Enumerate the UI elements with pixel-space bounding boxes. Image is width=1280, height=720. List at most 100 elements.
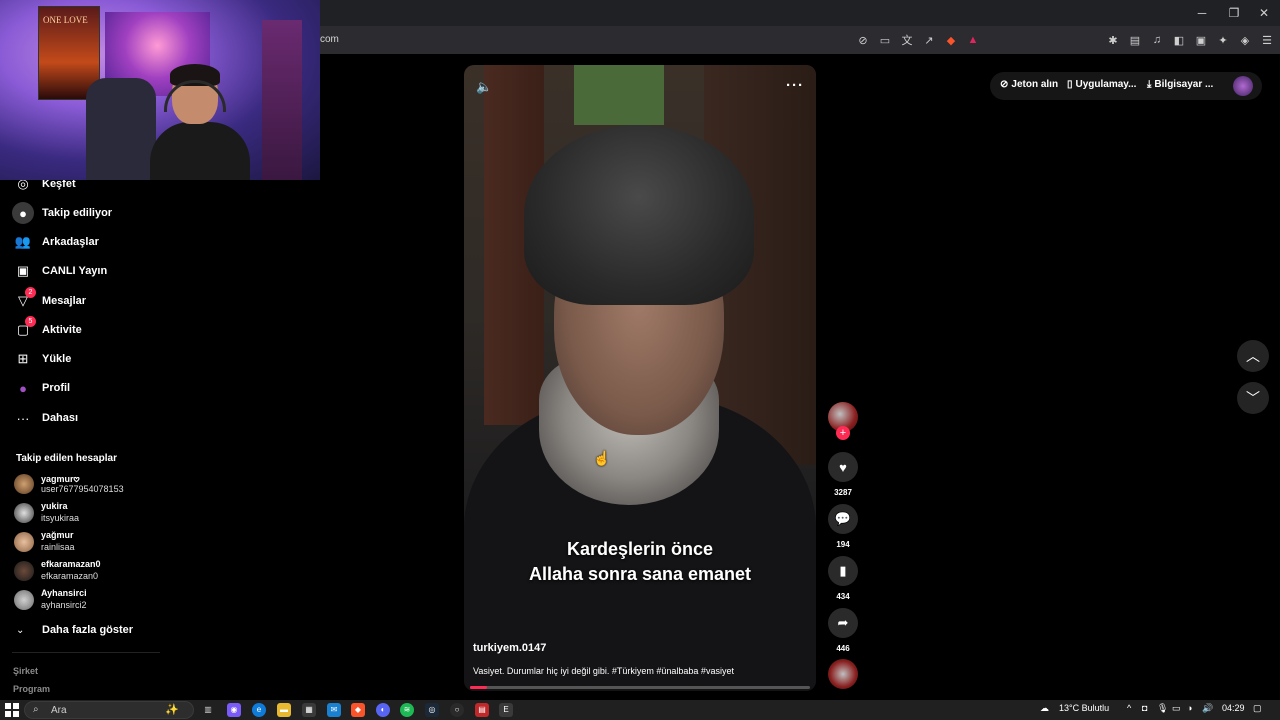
store-icon[interactable]: ▦ xyxy=(302,703,316,717)
notification-icon[interactable]: ▢ xyxy=(1253,703,1262,714)
menu-icon[interactable]: ☰ xyxy=(1260,33,1274,47)
gaming-chair xyxy=(86,78,156,180)
comment-button[interactable]: 💬 xyxy=(828,504,858,534)
minimize-button[interactable]: ─ xyxy=(1188,3,1216,23)
user-avatar[interactable] xyxy=(1233,76,1253,96)
footer-company-link[interactable]: Şirket xyxy=(13,666,38,676)
account-avatar xyxy=(14,474,34,494)
account-avatar xyxy=(14,532,34,552)
comment-count: 194 xyxy=(836,540,850,549)
share-arrow-icon: ➦ xyxy=(837,615,849,630)
leo-ai-icon[interactable]: ✦ xyxy=(1216,33,1230,47)
video-progress-bar[interactable] xyxy=(470,686,810,689)
brave-icon[interactable]: ◆ xyxy=(351,703,365,717)
share-button[interactable]: ➦ xyxy=(828,608,858,638)
room-door xyxy=(262,20,302,180)
extensions-icon[interactable]: ✱ xyxy=(1106,33,1120,47)
next-video-button[interactable]: ﹀ xyxy=(1237,382,1269,414)
video-author[interactable]: turkiyem.0147 xyxy=(473,642,546,654)
save-button[interactable]: ▮ xyxy=(828,556,858,586)
mouse-cursor-icon: ☝ xyxy=(593,450,611,466)
volume-icon[interactable]: 🔈 xyxy=(476,79,492,95)
nav-following[interactable]: ● Takip ediliyor xyxy=(12,200,152,226)
task-view-icon[interactable]: ▥ xyxy=(201,703,215,717)
search-placeholder: Ara xyxy=(51,705,67,716)
nav-profile[interactable]: ● Profil xyxy=(12,375,152,401)
chevron-up-icon: ︿ xyxy=(1246,348,1260,364)
music-icon[interactable]: ♫ xyxy=(1150,33,1164,47)
share-count: 446 xyxy=(836,644,850,653)
nav-messages[interactable]: ▽ 2 Mesajlar xyxy=(12,287,152,314)
activity-icon: ▢ 5 xyxy=(12,316,36,341)
mail-icon[interactable]: ✉ xyxy=(327,703,341,717)
weather-icon[interactable]: ☁ xyxy=(1040,703,1049,714)
nav-upload[interactable]: ⊞ Yükle xyxy=(12,346,152,372)
followed-account[interactable]: yukira itsyukiraa xyxy=(14,500,154,526)
get-coins-button[interactable]: ⊘ Jeton alın xyxy=(1000,79,1058,90)
epic-games-icon[interactable]: E xyxy=(499,703,513,717)
headset-icon[interactable]: ◑ xyxy=(1187,703,1192,713)
video-player[interactable]: 🔈 ··· Kardeşlerin önce Allaha sonra sana… xyxy=(464,65,816,691)
followed-account[interactable]: Ayhansirci ayhansirci2 xyxy=(14,587,154,613)
followed-account[interactable]: efkaramazan0 efkaramazan0 xyxy=(14,558,154,584)
clock[interactable]: 04:29 xyxy=(1222,703,1245,713)
nav-activity[interactable]: ▢ 5 Aktivite xyxy=(12,316,152,343)
microphone-icon[interactable]: 🎙 xyxy=(1157,703,1168,714)
sound-disc-icon[interactable] xyxy=(828,659,858,689)
account-name: yağmur xyxy=(41,530,74,540)
share-icon[interactable]: ↗ xyxy=(922,33,936,47)
desktop-app-button[interactable]: ⤓ Bilgisayar ... xyxy=(1147,79,1213,90)
vpn-icon[interactable]: ◈ xyxy=(1238,33,1252,47)
video-subject-hair xyxy=(524,125,754,305)
reader-icon[interactable]: ▤ xyxy=(1128,33,1142,47)
brave-rewards-icon[interactable]: ▲ xyxy=(966,33,980,47)
weather-text[interactable]: 13°C Bulutlu xyxy=(1059,703,1109,713)
display-icon[interactable]: ▭ xyxy=(1172,703,1181,714)
follow-plus-icon[interactable]: + xyxy=(836,426,850,440)
save-count: 434 xyxy=(836,592,850,601)
close-button[interactable]: ✕ xyxy=(1250,3,1278,23)
get-app-button[interactable]: ▯ Uygulamay... xyxy=(1067,79,1136,90)
file-explorer-icon[interactable]: ▬ xyxy=(277,703,291,717)
edge-icon[interactable]: e xyxy=(252,703,266,717)
messages-badge: 2 xyxy=(25,287,36,298)
windows-start-icon[interactable] xyxy=(5,703,19,717)
translate-icon[interactable]: 文 xyxy=(900,33,914,47)
tray-overflow-icon[interactable]: ^ xyxy=(1127,703,1131,713)
account-name: yukira xyxy=(41,501,68,511)
obs-icon[interactable]: ○ xyxy=(450,703,464,717)
volume-tray-icon[interactable]: 🔊 xyxy=(1202,703,1213,714)
more-options-icon[interactable]: ··· xyxy=(786,77,804,94)
nav-more[interactable]: ··· Dahası xyxy=(12,405,152,431)
footer-program-link[interactable]: Program xyxy=(13,684,50,694)
game-app-icon[interactable]: ▤ xyxy=(475,703,489,717)
poster-text: ONE LOVE xyxy=(43,15,88,25)
following-avatar-icon: ● xyxy=(12,202,34,224)
steam-icon[interactable]: ◎ xyxy=(425,703,439,717)
no-tracking-icon[interactable]: ⊘ xyxy=(856,33,870,47)
previous-video-button[interactable]: ︿ xyxy=(1237,340,1269,372)
coin-icon: ⊘ xyxy=(1000,79,1009,90)
nav-friends[interactable]: 👥 Arkadaşlar xyxy=(12,229,152,255)
followed-account[interactable]: yagmur𖹭 user7677954078153 xyxy=(14,471,154,497)
restore-button[interactable]: ❐ xyxy=(1220,3,1248,23)
brave-shield-icon[interactable]: ◆ xyxy=(944,33,958,47)
activity-badge: 5 xyxy=(25,316,36,327)
followed-account[interactable]: yağmur rainlisaa xyxy=(14,529,154,555)
phone-icon: ▯ xyxy=(1067,79,1073,90)
taskbar-search[interactable]: ⌕ Ara ✨ xyxy=(24,701,194,719)
caption-line-1: Kardeşlerin önce xyxy=(566,539,714,559)
comment-icon: 💬 xyxy=(834,511,852,526)
discord-icon[interactable]: ◐ xyxy=(376,703,390,717)
copilot-icon[interactable]: ◉ xyxy=(227,703,241,717)
spotify-icon[interactable]: ≋ xyxy=(400,703,414,717)
like-button[interactable]: ♥ xyxy=(828,452,858,482)
camera-icon[interactable]: ◘ xyxy=(1142,703,1147,713)
wallet-icon[interactable]: ▣ xyxy=(1194,33,1208,47)
account-avatar xyxy=(14,503,34,523)
nav-live[interactable]: ▣ CANLI Yayın xyxy=(12,258,152,284)
get-coins-label: Jeton alın xyxy=(1011,79,1059,90)
sidebar-toggle-icon[interactable]: ◧ xyxy=(1172,33,1186,47)
show-more-accounts-button[interactable]: ⌄ Daha fazla göster xyxy=(16,622,133,638)
cast-icon[interactable]: ▭ xyxy=(878,33,892,47)
